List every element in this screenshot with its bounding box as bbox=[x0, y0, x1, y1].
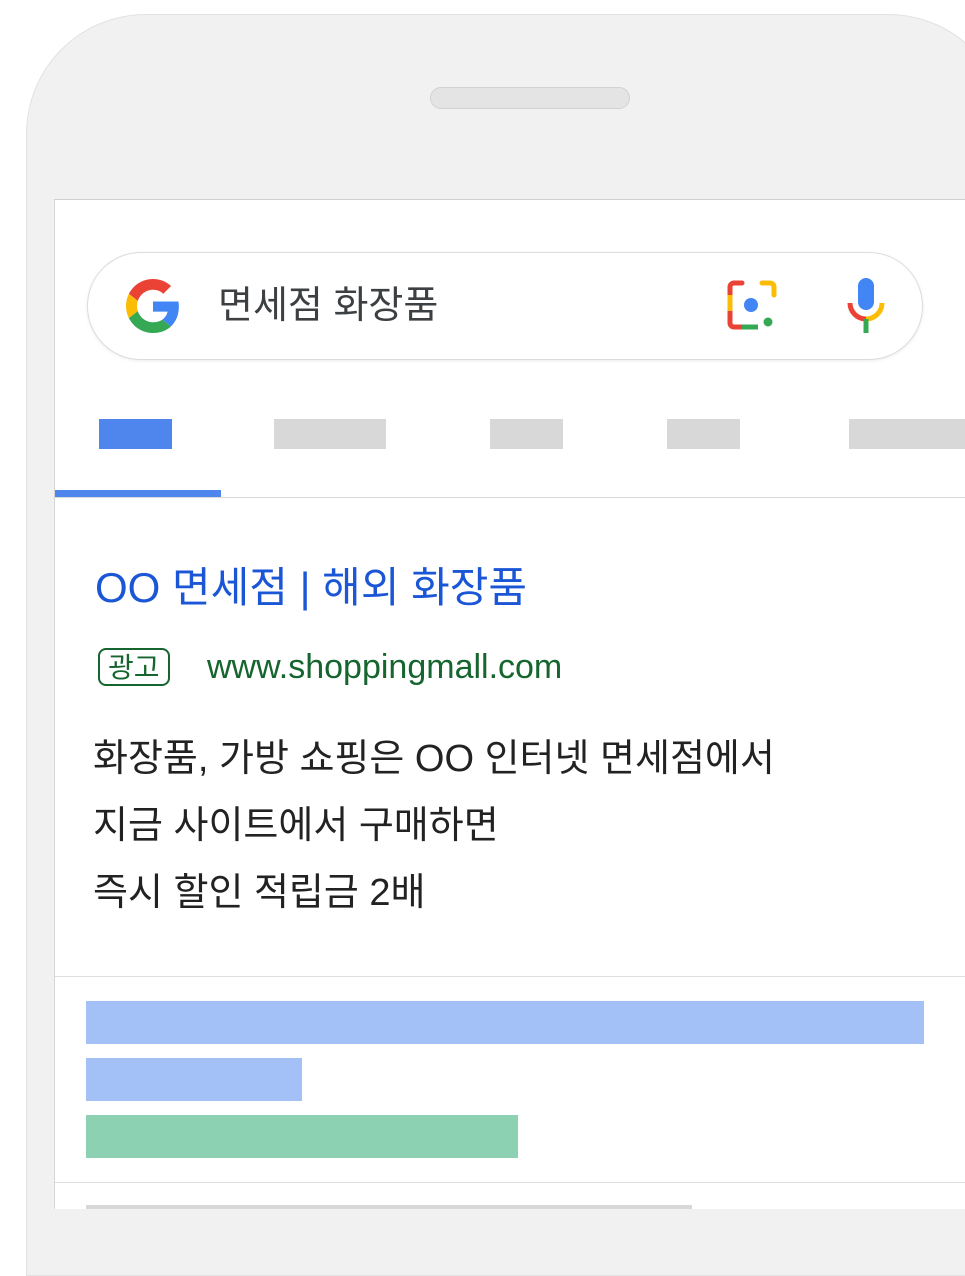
tab-3[interactable] bbox=[490, 419, 563, 449]
tab-2[interactable] bbox=[274, 419, 386, 449]
placeholder-result-title bbox=[86, 1001, 924, 1044]
placeholder-result-subtitle bbox=[86, 1058, 302, 1101]
placeholder-next-result bbox=[86, 1205, 692, 1209]
ad-url[interactable]: www.shoppingmall.com bbox=[207, 644, 562, 690]
tab-1[interactable] bbox=[99, 419, 172, 449]
ad-title-link[interactable]: OO 면세점 | 해외 화장품 bbox=[95, 560, 527, 616]
search-bar[interactable]: 면세점 화장품 bbox=[87, 252, 923, 360]
ad-description: 화장품, 가방 쇼핑은 OO 인터넷 면세점에서 지금 사이트에서 구매하면 즉… bbox=[93, 726, 775, 927]
result-divider bbox=[55, 976, 965, 977]
microphone-icon[interactable] bbox=[844, 275, 888, 337]
tab-5[interactable] bbox=[849, 419, 965, 449]
placeholder-result-url bbox=[86, 1115, 518, 1158]
result-divider bbox=[55, 1182, 965, 1183]
google-lens-icon[interactable] bbox=[724, 277, 780, 333]
phone-screen: 면세점 화장품 OO 면세점 | 해외 화장품 광고 www.shoppingm… bbox=[54, 199, 965, 1209]
ad-description-line: 지금 사이트에서 구매하면 bbox=[93, 805, 499, 847]
ad-badge: 광고 bbox=[98, 648, 170, 686]
phone-speaker bbox=[430, 87, 630, 109]
tab-4[interactable] bbox=[667, 419, 740, 449]
search-query[interactable]: 면세점 화장품 bbox=[218, 281, 438, 331]
tabs-divider bbox=[55, 497, 965, 498]
ad-description-line: 화장품, 가방 쇼핑은 OO 인터넷 면세점에서 bbox=[93, 738, 775, 780]
ad-description-line: 즉시 할인 적립금 2배 bbox=[93, 872, 426, 914]
google-g-icon bbox=[126, 279, 179, 333]
